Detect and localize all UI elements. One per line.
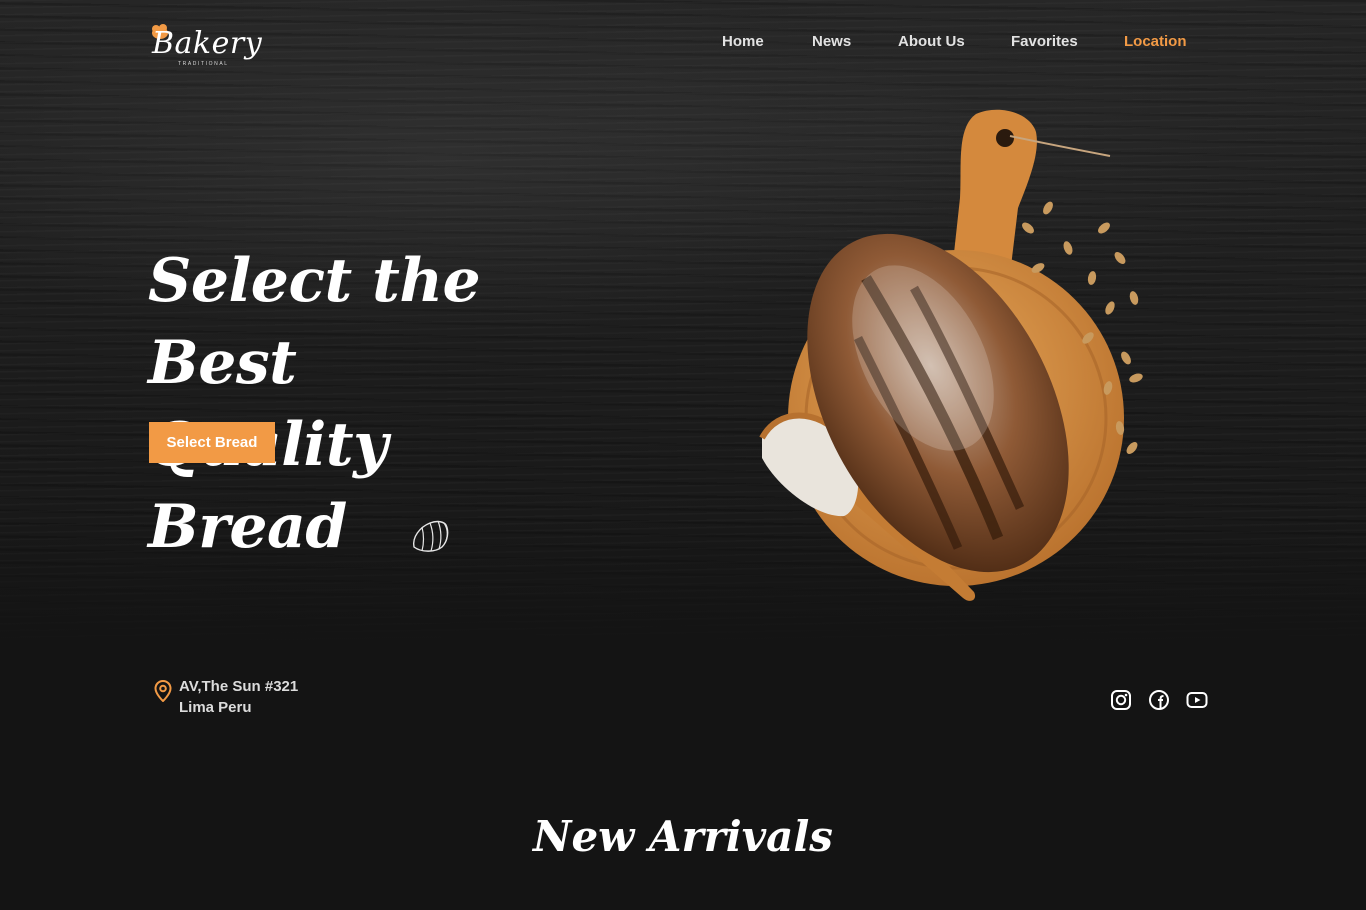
nav-news[interactable]: News (812, 33, 851, 50)
select-bread-button[interactable]: Select Bread (149, 422, 275, 463)
croissant-icon (413, 520, 449, 552)
bakery-logo[interactable]: Bakery TRADITIONAL (152, 24, 264, 72)
nav-location[interactable]: Location (1124, 33, 1187, 50)
logo-wordmark: Bakery (152, 26, 263, 61)
bread-on-board-image (759, 109, 1143, 601)
social-links (1110, 689, 1210, 711)
nav-favorites[interactable]: Favorites (1011, 33, 1078, 50)
address-line-2: Lima Peru (179, 699, 252, 716)
youtube-icon[interactable] (1186, 689, 1208, 711)
map-pin-icon (154, 680, 172, 702)
address-line-1: AV,The Sun #321 (179, 678, 299, 695)
nav-home[interactable]: Home (722, 33, 764, 50)
nav-about-us[interactable]: About Us (898, 33, 965, 50)
instagram-icon[interactable] (1110, 689, 1132, 711)
hero-headline: Select the Best Quality Bread (148, 240, 568, 568)
new-arrivals-title: New Arrivals (533, 812, 833, 861)
logo-tagline: TRADITIONAL (178, 61, 229, 67)
facebook-icon[interactable] (1148, 689, 1170, 711)
hero-headline-line1: Select the Best (148, 246, 481, 398)
bakery-landing-page: Bakery TRADITIONAL Home News About Us Fa… (0, 0, 1366, 910)
